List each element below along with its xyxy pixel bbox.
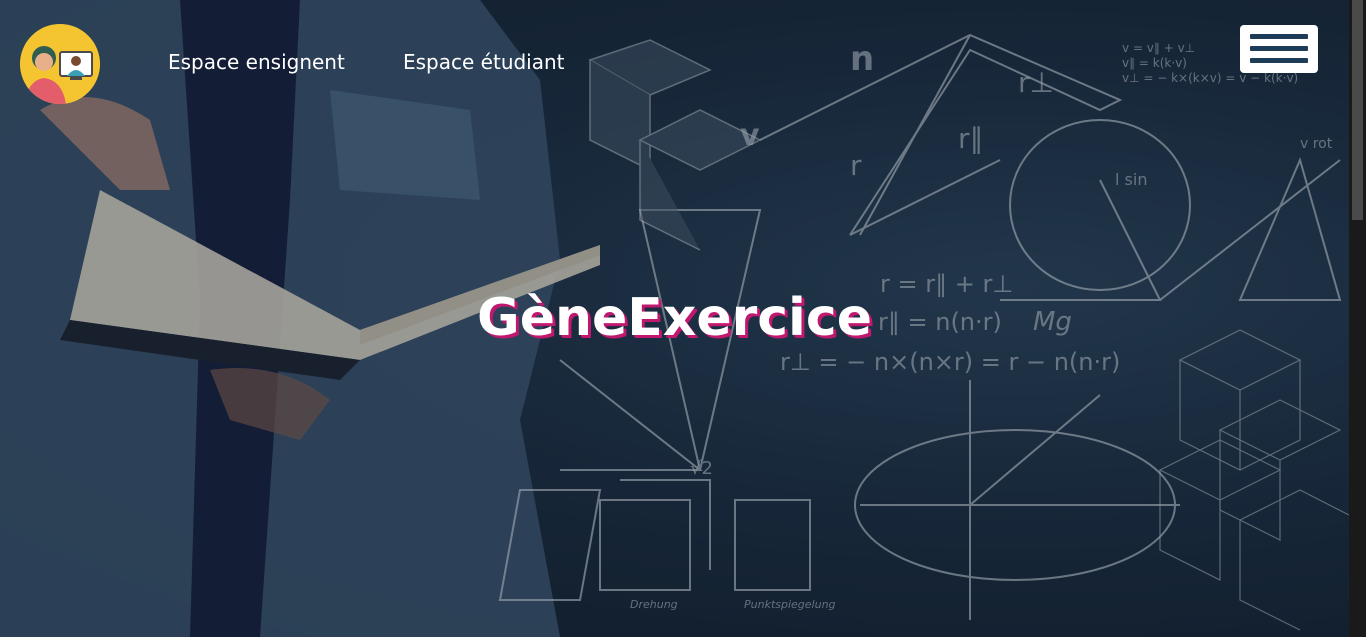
hamburger-menu-icon-bar-2 — [1250, 46, 1308, 51]
logo-illustration — [20, 24, 100, 104]
nav-link-teacher-space[interactable]: Espace ensignent — [168, 50, 345, 74]
hero-section: r = r∥ + r⊥ r∥ = n(n·r) r⊥ = − n×(n×r) =… — [0, 0, 1349, 637]
hamburger-menu-icon — [1250, 34, 1308, 39]
teacher-student-avatar-icon[interactable] — [20, 24, 100, 104]
scrollbar-thumb[interactable] — [1352, 0, 1363, 220]
vertical-scrollbar[interactable] — [1349, 0, 1366, 637]
hero-title: GèneExercice — [477, 288, 872, 348]
hamburger-menu-button[interactable] — [1240, 25, 1318, 73]
hamburger-menu-icon-bar-3 — [1250, 58, 1308, 63]
nav-link-student-space[interactable]: Espace étudiant — [403, 50, 565, 74]
